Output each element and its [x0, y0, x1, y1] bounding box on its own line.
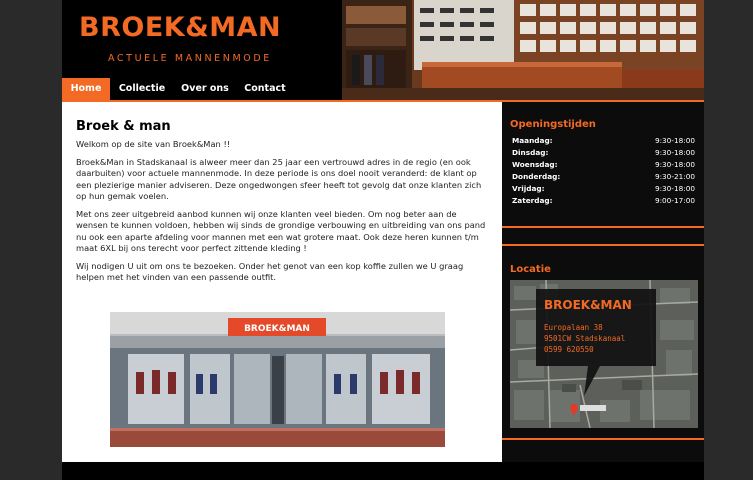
- hours-time: 9:30-18:00: [654, 148, 695, 157]
- hours-day: Maandag:: [512, 136, 553, 145]
- sidebar-divider: [502, 244, 704, 246]
- sidebar-divider: [502, 226, 704, 228]
- page: BROEK&MAN ACTUELE MANNENMODE Home Collec…: [62, 0, 704, 480]
- nav-over-ons[interactable]: Over ons: [176, 78, 234, 100]
- nav-contact[interactable]: Contact: [238, 78, 292, 100]
- hours-day: Zaterdag:: [512, 196, 553, 205]
- intro-paragraph: Broek&Man in Stadskanaal is alweer meer …: [76, 156, 482, 202]
- nav-collectie[interactable]: Collectie: [114, 78, 170, 100]
- footer: [62, 462, 704, 480]
- hours-time: 9:00-17:00: [654, 196, 695, 205]
- hours-time: 9:30-18:00: [654, 184, 695, 193]
- welcome-text: Welkom op de site van Broek&Man !!: [76, 139, 231, 149]
- hours-row: Dinsdag: 9:30-18:00: [510, 148, 695, 160]
- hours-day: Donderdag:: [512, 172, 561, 181]
- logo-subtitle: ACTUELE MANNENMODE: [108, 53, 272, 64]
- hours-row: Donderdag: 9:30-21:00: [510, 172, 695, 184]
- map-address-city: 9501CW Stadskanaal: [544, 334, 625, 343]
- hours-row: Maandag: 9:30-18:00: [510, 136, 695, 148]
- logo-title: BROEK&MAN: [79, 12, 282, 43]
- main-content: Broek & man Welkom op de site van Broek&…: [62, 102, 502, 462]
- page-title: Broek & man: [76, 119, 171, 134]
- hours-day: Dinsdag:: [512, 148, 549, 157]
- hours-row: Zaterdag: 9:00-17:00: [510, 196, 695, 208]
- opening-hours-list: Maandag: 9:30-18:00 Dinsdag: 9:30-18:00 …: [510, 136, 695, 208]
- hours-time: 9:30-18:00: [654, 160, 695, 169]
- sidebar-divider: [502, 438, 704, 440]
- sidebar: Openingstijden Maandag: 9:30-18:00 Dinsd…: [502, 102, 704, 462]
- storefront-photo: BROEK&MAN: [110, 312, 445, 447]
- main-nav: Home Collectie Over ons Contact: [62, 78, 342, 100]
- header-shop-photo: [342, 0, 704, 100]
- hours-time: 9:30-21:00: [654, 172, 695, 181]
- hours-row: Woensdag: 9:30-18:00: [510, 160, 695, 172]
- invitation-paragraph: Wij nodigen U uit om ons te bezoeken. On…: [76, 260, 464, 283]
- location-title: Locatie: [510, 264, 551, 275]
- hours-row: Vrijdag: 9:30-18:00: [510, 184, 695, 196]
- map-address-street: Europalaan 38: [544, 323, 603, 332]
- assortment-paragraph: Met ons zeer uitgebreid aanbod kunnen wi…: [76, 208, 486, 254]
- hours-day: Vrijdag:: [512, 184, 545, 193]
- nav-home[interactable]: Home: [62, 78, 110, 100]
- location-map[interactable]: BROEK&MAN Europalaan 38 9501CW Stadskana…: [510, 280, 698, 428]
- hours-time: 9:30-18:00: [654, 136, 695, 145]
- logo[interactable]: BROEK&MAN ACTUELE MANNENMODE: [62, 0, 342, 78]
- map-phone: 0599 620550: [544, 345, 594, 354]
- opening-hours-title: Openingstijden: [510, 119, 596, 130]
- hours-day: Woensdag:: [512, 160, 558, 169]
- store-sign: BROEK&MAN: [244, 324, 310, 334]
- map-store-name: BROEK&MAN: [544, 298, 632, 312]
